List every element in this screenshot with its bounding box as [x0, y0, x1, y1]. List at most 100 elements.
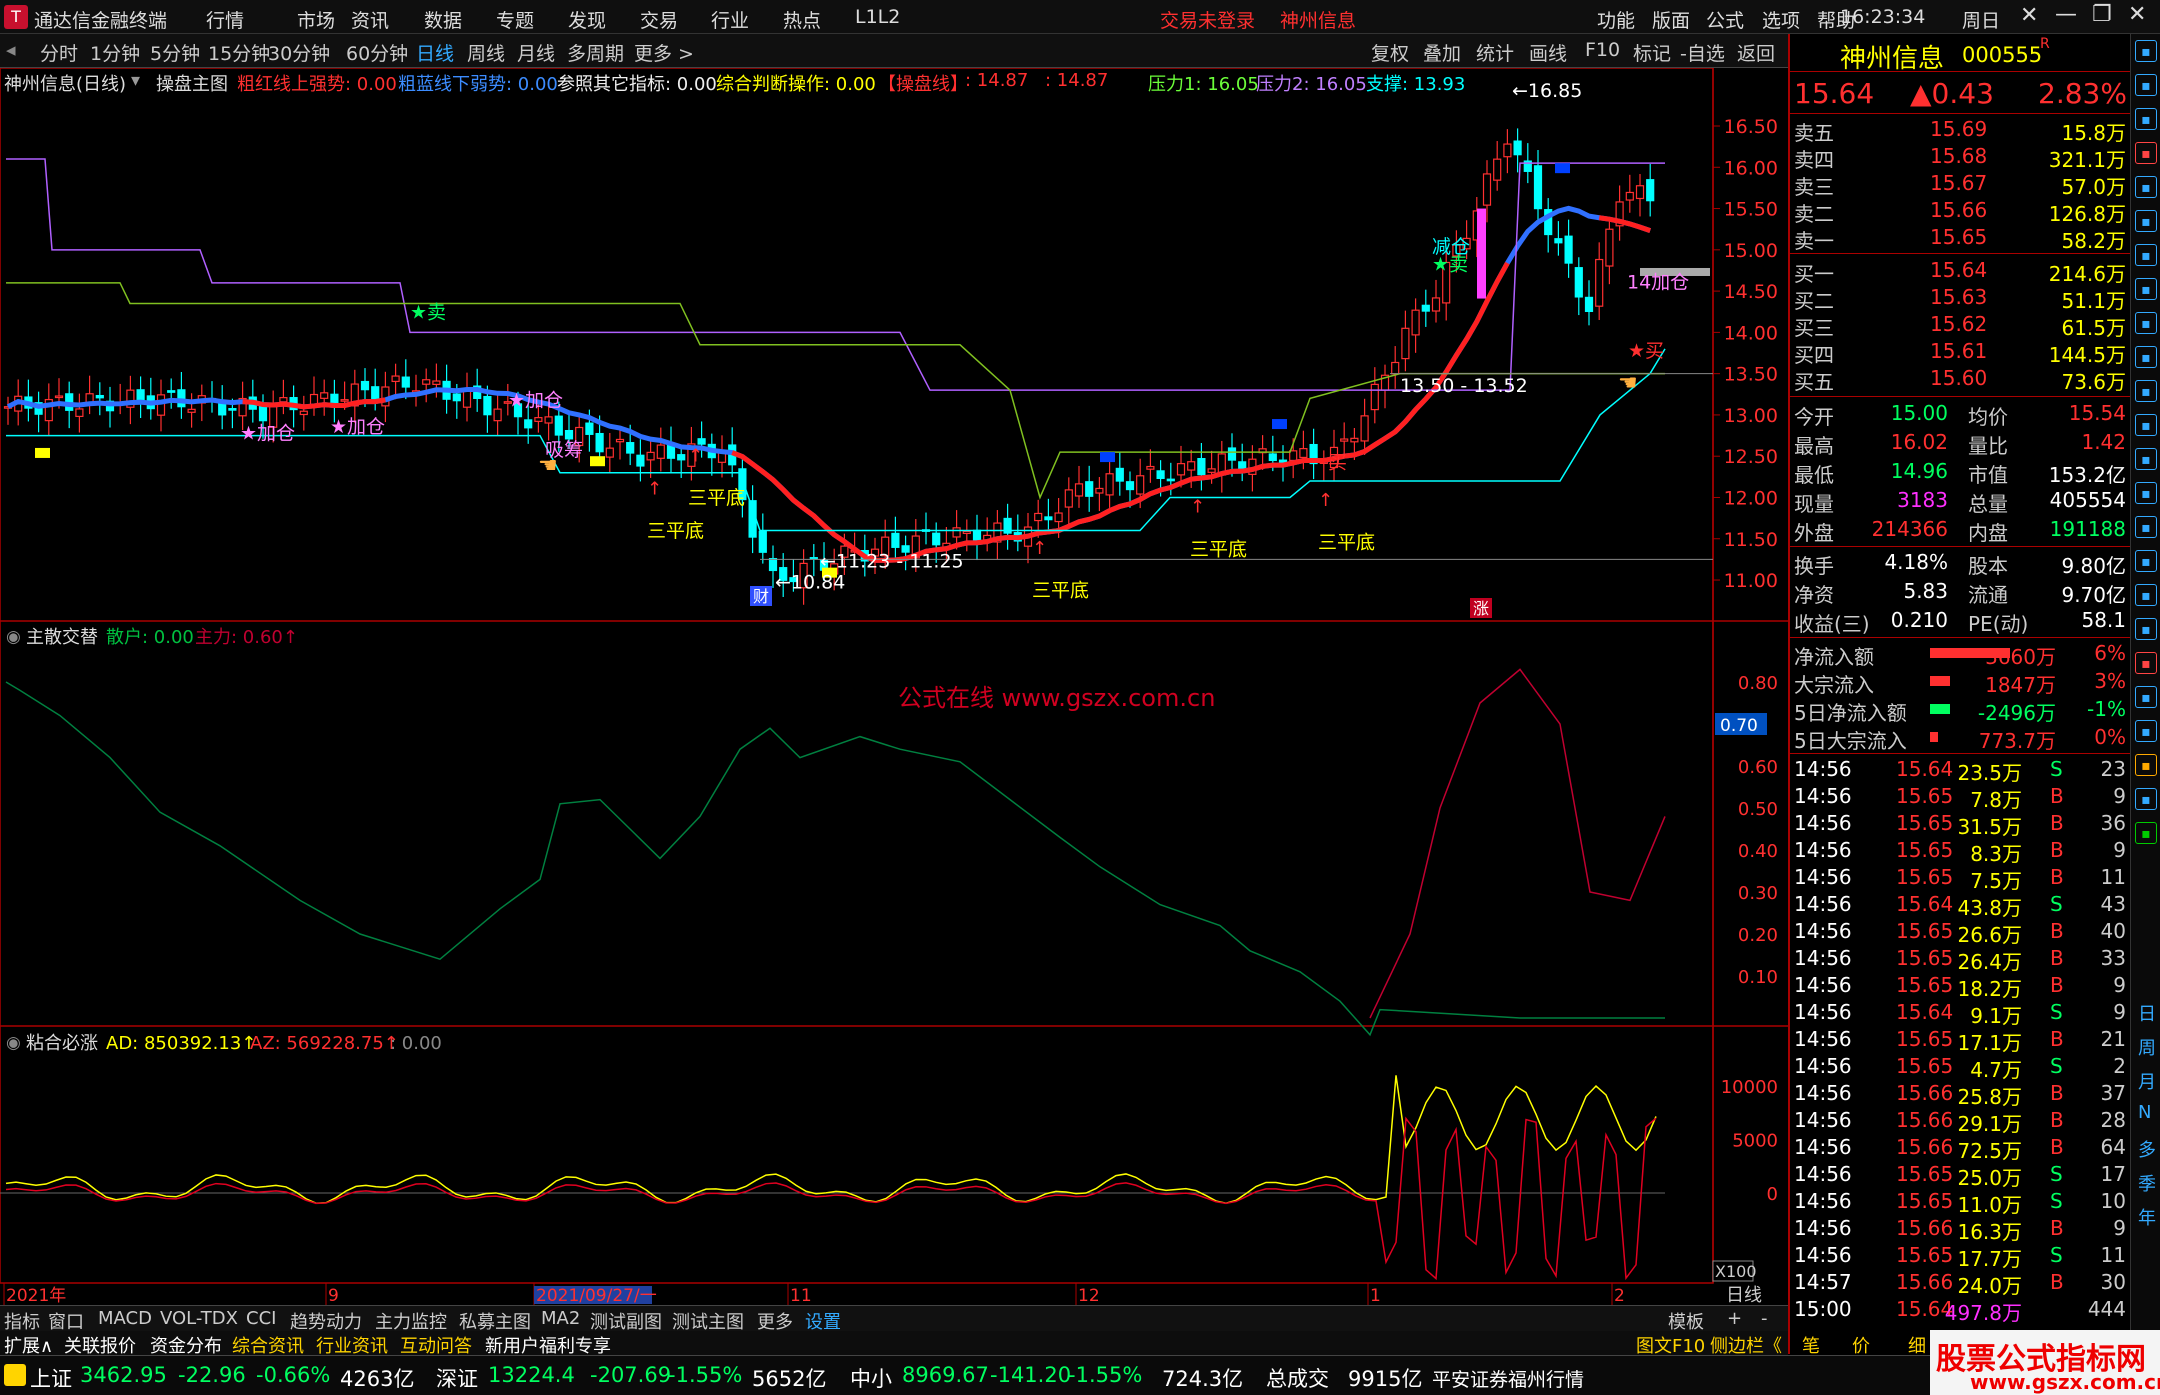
- notice-stock[interactable]: 神州信息: [1280, 6, 1356, 33]
- ask-row[interactable]: 卖五 15.69 15.8万: [1790, 116, 2132, 145]
- menu-8[interactable]: 热点: [783, 6, 821, 33]
- sidebar-tool-icon[interactable]: ▪: [2135, 108, 2157, 130]
- menu-4[interactable]: 专题: [496, 6, 534, 33]
- bid-row[interactable]: 买一 15.64 214.6万: [1790, 257, 2132, 286]
- toolbar-right-4[interactable]: F10: [1585, 39, 1620, 61]
- sidebar-tool-icon[interactable]: ▪: [2135, 278, 2157, 300]
- bid-row[interactable]: 买二 15.63 51.1万: [1790, 284, 2132, 313]
- right-menu-4[interactable]: 帮助: [1817, 6, 1855, 33]
- sidebar-period-2[interactable]: 月: [2138, 1068, 2156, 1094]
- bid-row[interactable]: 买三 15.62 61.5万: [1790, 311, 2132, 340]
- sidebar-tool-icon[interactable]: ▪: [2135, 822, 2157, 844]
- menu-3[interactable]: 数据: [424, 6, 462, 33]
- sidebar-tool-icon[interactable]: ▪: [2135, 40, 2157, 62]
- sidebar-tool-icon[interactable]: ▪: [2135, 414, 2157, 436]
- close-icon[interactable]: ✕: [2128, 2, 2146, 27]
- menu-1[interactable]: 市场: [297, 6, 335, 33]
- period-tab-8[interactable]: 月线: [517, 39, 555, 66]
- period-tab-2[interactable]: 5分钟: [150, 39, 200, 66]
- ask-row[interactable]: 卖二 15.66 126.8万: [1790, 197, 2132, 226]
- template-tab-2[interactable]: -: [1761, 1308, 1768, 1329]
- menu-5[interactable]: 发现: [568, 6, 606, 33]
- indicator-tab-3[interactable]: VOL-TDX: [160, 1308, 238, 1329]
- sz-label[interactable]: 深证: [436, 1363, 478, 1393]
- toolbar-right-3[interactable]: 画线: [1529, 39, 1567, 66]
- sidebar-tool-icon[interactable]: ▪: [2135, 584, 2157, 606]
- ask-row[interactable]: 卖三 15.67 57.0万: [1790, 170, 2132, 199]
- menu-7[interactable]: 行业: [711, 6, 749, 33]
- sidebar-tool-icon[interactable]: ▪: [2135, 788, 2157, 810]
- sidebar-period-6[interactable]: 年: [2138, 1204, 2156, 1230]
- sidebar-tool-icon[interactable]: ▪: [2135, 652, 2157, 674]
- sidebar-tool-icon[interactable]: ▪: [2135, 754, 2157, 776]
- period-tab-1[interactable]: 1分钟: [90, 39, 140, 66]
- sidebar-tool-icon[interactable]: ▪: [2135, 142, 2157, 164]
- sidebar-tool-icon[interactable]: ▪: [2135, 482, 2157, 504]
- sidebar-tool-icon[interactable]: ▪: [2135, 516, 2157, 538]
- sidebar-tool-icon[interactable]: ▪: [2135, 720, 2157, 742]
- sidebar-tool-icon[interactable]: ▪: [2135, 686, 2157, 708]
- dropdown-icon[interactable]: ▾: [131, 70, 140, 91]
- candle-body: [1554, 238, 1563, 244]
- template-tab-1[interactable]: +: [1727, 1308, 1742, 1329]
- toolbar-right-0[interactable]: 复权: [1371, 39, 1409, 66]
- sidebar-tool-icon[interactable]: ▪: [2135, 74, 2157, 96]
- bid-row[interactable]: 买五 15.60 73.6万: [1790, 365, 2132, 394]
- period-tab-5[interactable]: 60分钟: [346, 39, 408, 66]
- toolbar-right-7[interactable]: 返回: [1737, 39, 1775, 66]
- sidebar-tool-icon[interactable]: ▪: [2135, 550, 2157, 572]
- indicator-tab-2[interactable]: MACD: [98, 1308, 152, 1329]
- sub1-title[interactable]: 主散交替: [26, 627, 98, 648]
- sidebar-tool-icon[interactable]: ▪: [2135, 380, 2157, 402]
- right-menu-3[interactable]: 选项: [1762, 6, 1800, 33]
- period-tab-3[interactable]: 15分钟: [208, 39, 270, 66]
- panel-collapse-icon[interactable]: ◉: [6, 627, 21, 647]
- toolbar-right-1[interactable]: 叠加: [1423, 39, 1461, 66]
- menu-9[interactable]: L1L2: [855, 6, 900, 28]
- sidebar-period-3[interactable]: N: [2138, 1102, 2151, 1123]
- ask-row[interactable]: 卖四 15.68 321.1万: [1790, 143, 2132, 172]
- sidebar-tool-icon[interactable]: ▪: [2135, 210, 2157, 232]
- sidebar-period-4[interactable]: 多: [2138, 1136, 2156, 1162]
- restore-icon[interactable]: ❐: [2092, 2, 2112, 27]
- ask-row[interactable]: 卖一 15.65 58.2万: [1790, 224, 2132, 253]
- chart-area[interactable]: 16.50 16.00 15.50 15.00 14.50 14.00 13.50 13.00…: [0, 68, 1788, 1305]
- bid-row[interactable]: 买四 15.61 144.5万: [1790, 338, 2132, 367]
- sidebar-period-5[interactable]: 季: [2138, 1170, 2156, 1196]
- indicator-tab-8[interactable]: MA2: [541, 1308, 580, 1329]
- panel-collapse-icon[interactable]: ◉: [6, 1033, 21, 1053]
- sidebar-period-1[interactable]: 周: [2138, 1034, 2156, 1060]
- expand-icon[interactable]: ◂: [6, 39, 16, 61]
- period-tab-10[interactable]: 更多 >: [634, 39, 694, 66]
- period-tab-4[interactable]: 30分钟: [268, 39, 330, 66]
- menu-2[interactable]: 资讯: [351, 6, 389, 33]
- sidebar-tool-icon[interactable]: ▪: [2135, 244, 2157, 266]
- period-tab-9[interactable]: 多周期: [567, 39, 624, 66]
- menu-0[interactable]: 行情: [206, 6, 244, 33]
- sidebar-tool-icon[interactable]: ▪: [2135, 448, 2157, 470]
- sh-label[interactable]: 上证: [30, 1363, 72, 1393]
- period-tab-0[interactable]: 分时: [40, 39, 78, 66]
- toolbar-right-2[interactable]: 统计: [1476, 39, 1514, 66]
- right-menu-1[interactable]: 版面: [1652, 6, 1690, 33]
- sidebar-period-0[interactable]: 日: [2138, 1000, 2156, 1026]
- sidebar-tool-icon[interactable]: ▪: [2135, 312, 2157, 334]
- sub2-title[interactable]: 粘合必涨: [26, 1033, 98, 1054]
- formula-name[interactable]: 操盘主图: [156, 70, 228, 96]
- toolbar-right-6[interactable]: -自选: [1680, 39, 1725, 66]
- login-notice[interactable]: 交易未登录: [1160, 6, 1255, 33]
- zx-label[interactable]: 中小: [850, 1363, 892, 1393]
- minimize-icon[interactable]: —: [2055, 2, 2077, 27]
- menu-6[interactable]: 交易: [640, 6, 678, 33]
- period-tab-7[interactable]: 周线: [467, 39, 505, 66]
- right-menu-0[interactable]: 功能: [1597, 6, 1635, 33]
- sidebar-tool-icon[interactable]: ▪: [2135, 346, 2157, 368]
- broker-label[interactable]: 平安证券福州行情: [1432, 1365, 1584, 1392]
- indicator-tab-4[interactable]: CCI: [246, 1308, 276, 1329]
- right-menu-2[interactable]: 公式: [1706, 6, 1744, 33]
- toolbar-right-5[interactable]: 标记: [1633, 39, 1671, 66]
- period-tab-6[interactable]: 日线: [416, 39, 454, 66]
- sidebar-tool-icon[interactable]: ▪: [2135, 176, 2157, 198]
- close-x-icon[interactable]: ✕: [2020, 3, 2038, 28]
- sidebar-tool-icon[interactable]: ▪: [2135, 618, 2157, 640]
